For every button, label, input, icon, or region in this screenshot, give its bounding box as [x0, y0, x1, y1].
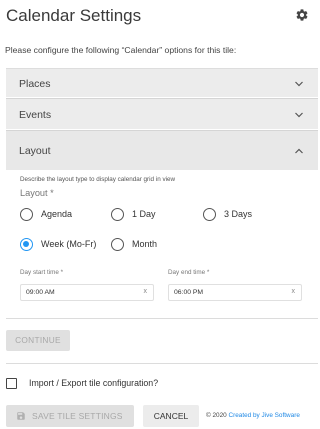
save-icon — [17, 412, 25, 420]
section-events[interactable]: Events — [6, 98, 318, 129]
section-events-label: Events — [19, 109, 52, 121]
layout-group-label: Layout * — [20, 188, 54, 198]
section-places-label: Places — [19, 78, 51, 90]
day-start-label: Day start time * — [20, 269, 64, 276]
radio-circle[interactable] — [203, 207, 216, 221]
import-export-checkbox[interactable] — [6, 377, 17, 389]
section-layout-label: Layout — [19, 145, 51, 157]
radio-label: Agenda — [41, 209, 73, 219]
chevron-down-icon — [295, 112, 303, 118]
radio-circle-selected[interactable] — [20, 237, 33, 251]
gear-icon[interactable] — [295, 8, 309, 22]
header: Calendar Settings — [0, 0, 320, 34]
save-tile-settings-button[interactable]: SAVE TILE SETTINGS — [6, 405, 134, 427]
radio-circle[interactable] — [111, 207, 124, 221]
clear-icon[interactable]: x — [292, 288, 296, 295]
save-label: SAVE TILE SETTINGS — [32, 411, 123, 421]
layout-helper-text: Describe the layout type to display cale… — [20, 176, 176, 183]
radio-week-mo-fr[interactable]: Week (Mo-Fr) — [20, 236, 96, 252]
radio-label: Week (Mo-Fr) — [41, 239, 97, 249]
section-layout[interactable]: Layout — [6, 130, 318, 170]
chevron-up-icon — [295, 148, 303, 154]
footer-credit: © 2020 Created by Jive Software — [206, 412, 300, 419]
radio-label: Month — [132, 239, 158, 249]
radio-circle[interactable] — [111, 237, 124, 251]
credit-link[interactable]: Created by Jive Software — [228, 412, 299, 419]
radio-agenda[interactable]: Agenda — [20, 206, 72, 222]
page-title: Calendar Settings — [6, 6, 142, 25]
divider — [6, 318, 318, 319]
cancel-button[interactable]: CANCEL — [143, 405, 199, 427]
day-end-label: Day end time * — [168, 269, 210, 276]
radio-label: 1 Day — [132, 209, 156, 219]
import-export-label: Import / Export tile configuration? — [29, 378, 159, 388]
day-start-input[interactable]: 09:00 AM x — [20, 284, 154, 301]
chevron-down-icon — [295, 81, 303, 87]
radio-label: 3 Days — [224, 209, 253, 219]
radio-1-day[interactable]: 1 Day — [111, 206, 156, 222]
continue-button[interactable]: CONTINUE — [6, 330, 70, 351]
radio-3-days[interactable]: 3 Days — [203, 206, 252, 222]
section-places[interactable]: Places — [6, 68, 318, 97]
day-end-input[interactable]: 06:00 PM x — [168, 284, 302, 301]
radio-circle[interactable] — [20, 207, 33, 221]
day-start-value: 09:00 AM — [26, 289, 55, 296]
copyright-text: © 2020 — [206, 412, 227, 419]
intro-text: Please configure the following “Calendar… — [5, 45, 237, 55]
divider — [6, 363, 318, 364]
clear-icon[interactable]: x — [144, 288, 148, 295]
import-export-checkbox-row[interactable]: Import / Export tile configuration? — [6, 376, 158, 390]
day-end-value: 06:00 PM — [174, 289, 204, 296]
radio-month[interactable]: Month — [111, 236, 157, 252]
